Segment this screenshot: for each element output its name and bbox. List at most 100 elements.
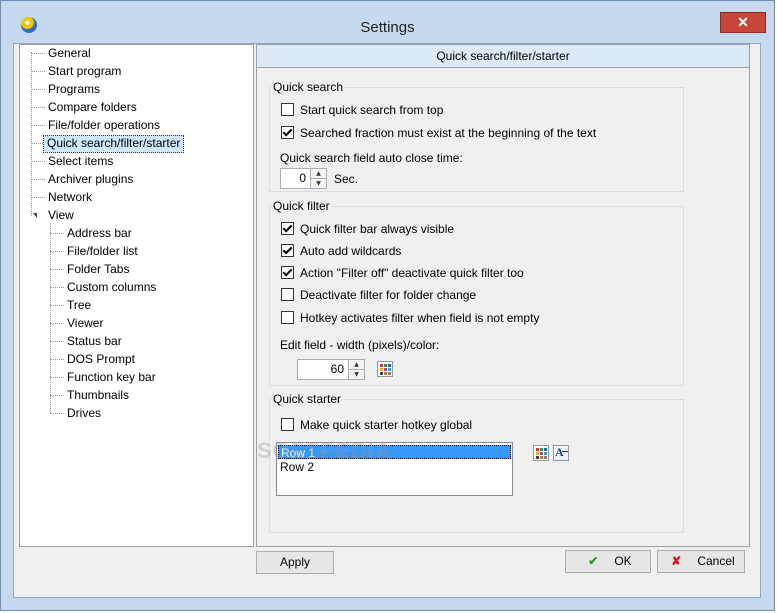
tree-line [50,359,64,360]
color-picker-icon[interactable] [377,361,393,377]
tree-line [31,71,45,72]
tree-line [31,107,45,108]
checkbox-label: Start quick search from top [300,103,444,117]
hotkey-global-checkbox[interactable]: Make quick starter hotkey global [281,416,472,434]
color-picker-icon[interactable] [533,445,549,461]
quick-starter-title: Quick starter [271,392,344,406]
cancel-button[interactable]: ✘ Cancel [657,550,745,573]
tree-line [50,395,64,396]
checkbox-box[interactable] [281,222,294,235]
tree-line [50,341,64,342]
tree-line [50,251,64,252]
checkbox-label: Action "Filter off" deactivate quick fil… [300,266,524,280]
tree-item-folder-tabs[interactable]: Folder Tabs [64,261,132,277]
tree-item-address-bar[interactable]: Address bar [64,225,135,241]
auto-wildcards-checkbox[interactable]: Auto add wildcards [281,242,401,260]
auto-close-spinner[interactable]: 0 ▲ ▼ [280,168,327,189]
auto-close-unit: Sec. [334,172,359,186]
tree-line [50,269,64,270]
tree-line [31,53,45,54]
cancel-label: Cancel [697,554,735,568]
tree-item-file-folder-operations[interactable]: File/folder operations [45,117,163,133]
font-picker-icon[interactable]: A [553,445,569,461]
checkbox-label: Make quick starter hotkey global [300,418,473,432]
tree-item-archiver-plugins[interactable]: Archiver plugins [45,171,136,187]
spinner-arrows[interactable]: ▲ ▼ [310,169,326,188]
cross-icon: ✘ [671,554,682,568]
checkbox-box[interactable] [281,418,294,431]
tree-item-function-key-bar[interactable]: Function key bar [64,369,159,385]
spin-up-icon[interactable]: ▲ [349,360,364,370]
always-visible-checkbox[interactable]: Quick filter bar always visible [281,220,454,238]
checkbox-box[interactable] [281,311,294,324]
tree-line [50,323,64,324]
spinner-value[interactable]: 0 [281,169,310,188]
panel-header: Quick search/filter/starter [256,44,750,68]
spin-up-icon[interactable]: ▲ [311,169,326,179]
ok-button[interactable]: ✔ OK [565,550,651,573]
tree-item-status-bar[interactable]: Status bar [64,333,125,349]
hotkey-activates-checkbox[interactable]: Hotkey activates filter when field is no… [281,309,539,327]
quick-filter-title: Quick filter [271,199,332,213]
tree-line [50,287,64,288]
checkbox-box[interactable] [281,244,294,257]
checkbox-box[interactable] [281,103,294,116]
client-area: General Start program Programs Compare f… [13,43,761,598]
settings-panel: Quick search Start quick search from top… [256,68,750,547]
checkbox-label: Hotkey activates filter when field is no… [300,311,540,325]
window-title: Settings [360,19,415,36]
tree-item-select-items[interactable]: Select items [45,153,116,169]
checkbox-label: Auto add wildcards [300,244,402,258]
tree-item-programs[interactable]: Programs [45,81,103,97]
checkbox-box[interactable] [281,266,294,279]
deactivate-folder-change-checkbox[interactable]: Deactivate filter for folder change [281,286,476,304]
tree-item-custom-columns[interactable]: Custom columns [64,279,159,295]
tree-item-viewer[interactable]: Viewer [64,315,106,331]
checkbox-label: Deactivate filter for folder change [300,288,477,302]
tree-item-general[interactable]: General [45,45,94,61]
checkbox-label: Searched fraction must exist at the begi… [300,126,597,140]
start-from-top-checkbox[interactable]: Start quick search from top [281,101,443,119]
tree-item-view[interactable]: View [45,207,77,223]
collapse-arrow-icon[interactable] [33,213,37,218]
spinner-arrows[interactable]: ▲ ▼ [348,360,364,379]
tree-item-thumbnails[interactable]: Thumbnails [64,387,132,403]
ok-label: OK [614,554,632,568]
tree-line [50,305,64,306]
spinner-value[interactable]: 60 [298,360,348,379]
tree-line [50,233,64,234]
tree-item-tree[interactable]: Tree [64,297,94,313]
check-icon: ✔ [588,554,599,568]
tree-line [31,89,45,90]
checkbox-label: Quick filter bar always visible [300,222,455,236]
softpedia-url: www.softpedia.com [315,450,393,460]
quick-search-title: Quick search [271,80,346,94]
checkbox-box[interactable] [281,288,294,301]
spin-down-icon[interactable]: ▼ [349,370,364,379]
edit-width-spinner[interactable]: 60 ▲ ▼ [297,359,365,380]
tree-line [31,125,45,126]
settings-window: Settings ✕ General Start program Program… [0,0,775,611]
title-bar[interactable]: Settings ✕ [1,1,774,41]
tree-line [31,161,45,162]
tree-line [31,197,45,198]
tree-item-quick-search[interactable]: Quick search/filter/starter [43,135,185,153]
spin-down-icon[interactable]: ▼ [311,179,326,188]
tree-item-network[interactable]: Network [45,189,95,205]
close-button[interactable]: ✕ [720,12,766,33]
tree-item-compare-folders[interactable]: Compare folders [45,99,140,115]
tree-line [31,179,45,180]
apply-button[interactable]: Apply [256,551,334,574]
edit-field-label: Edit field - width (pixels)/color: [280,338,440,352]
tree-line [50,413,64,414]
settings-tree[interactable]: General Start program Programs Compare f… [19,44,254,547]
fraction-begin-checkbox[interactable]: Searched fraction must exist at the begi… [281,124,596,142]
tree-line [31,52,32,216]
tree-item-file-folder-list[interactable]: File/folder list [64,243,141,259]
tree-item-start-program[interactable]: Start program [45,63,124,79]
checkbox-box[interactable] [281,126,294,139]
tree-item-dos-prompt[interactable]: DOS Prompt [64,351,138,367]
tree-line [50,377,64,378]
tree-item-drives[interactable]: Drives [64,405,104,421]
filter-off-checkbox[interactable]: Action "Filter off" deactivate quick fil… [281,264,524,282]
